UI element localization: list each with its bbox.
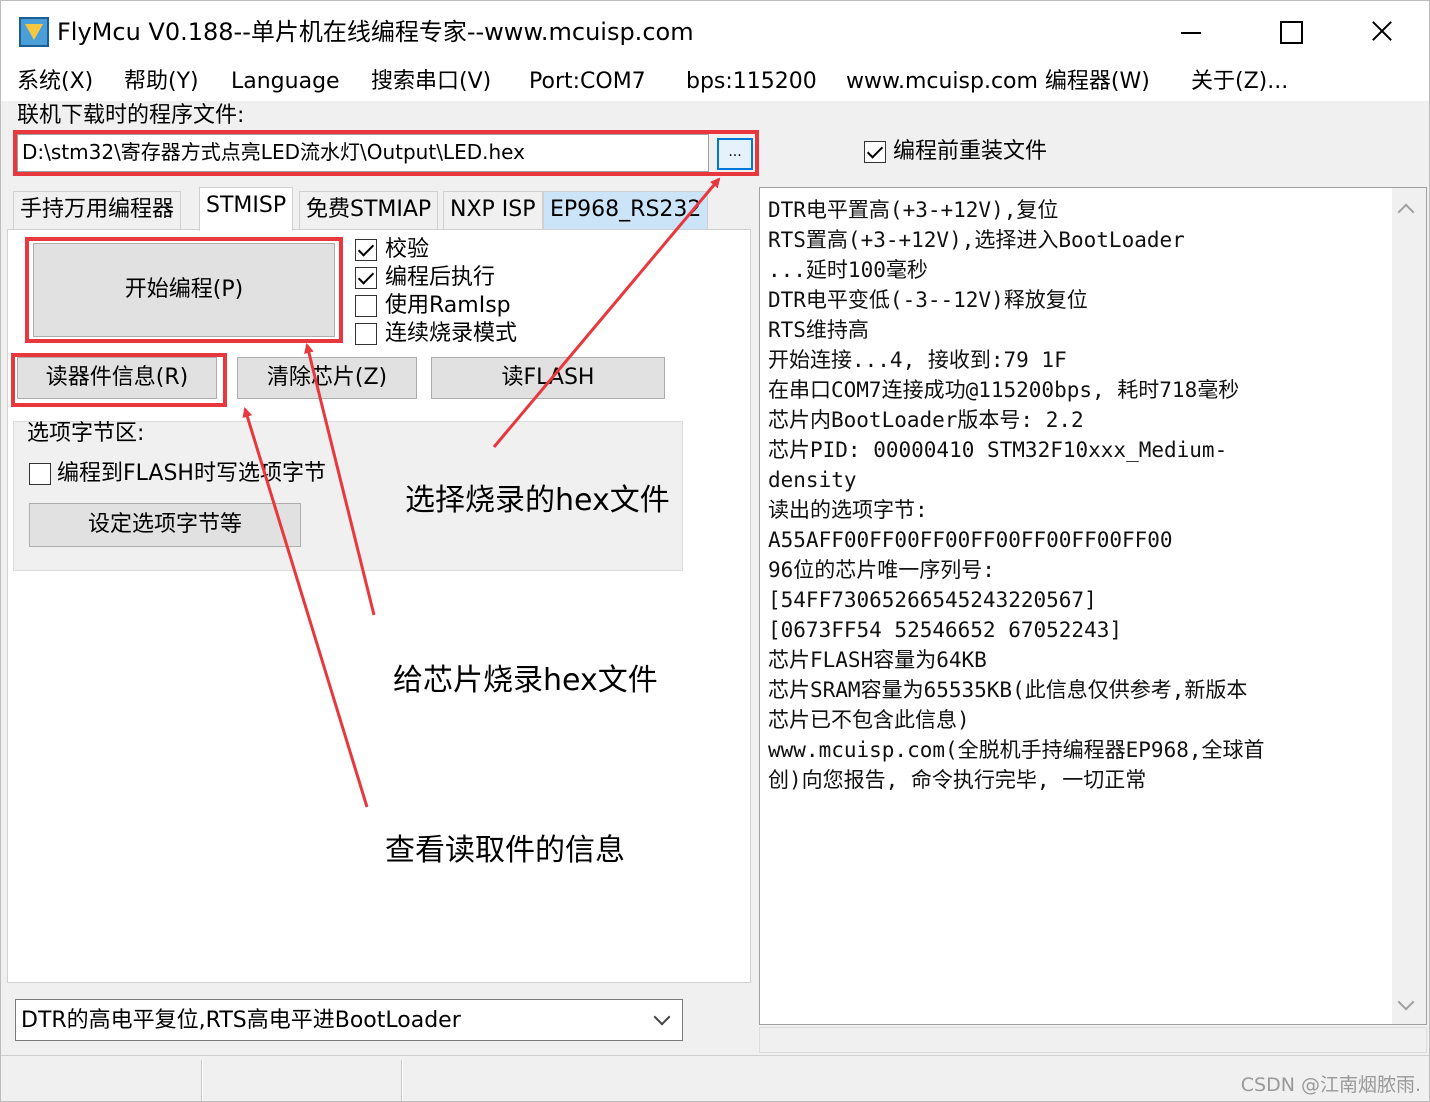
log-line: 芯片内BootLoader版本号: 2.2 — [768, 408, 1084, 432]
reload-file-checkbox[interactable] — [864, 141, 886, 163]
log-horizontal-bar — [759, 1027, 1427, 1053]
browse-file-button[interactable]: ... — [717, 138, 753, 170]
tab-stmisp[interactable]: STMISP — [199, 187, 294, 231]
verify-label: 校验 — [385, 237, 430, 262]
write-option-bytes-label: 编程到FLASH时写选项字节 — [57, 461, 326, 486]
reset-mode-value: DTR的高电平复位,RTS高电平进BootLoader — [21, 1008, 461, 1033]
menu-language[interactable]: Language — [231, 67, 340, 97]
maximize-button[interactable] — [1259, 11, 1319, 53]
log-line: 芯片PID: 00000410 STM32F10xxx_Medium- — [768, 438, 1228, 462]
log-line: DTR电平置高(+3-+12V),复位 — [768, 198, 1059, 222]
burn-hex-callout: 给芯片烧录hex文件 — [393, 663, 658, 698]
log-line: 读出的选项字节: — [768, 498, 928, 522]
read-device-info-button[interactable]: 读器件信息(R) — [17, 357, 217, 399]
log-output[interactable]: DTR电平置高(+3-+12V),复位 RTS置高(+3-+12V),选择进入B… — [759, 187, 1427, 1025]
use-ramisp-label: 使用RamIsp — [385, 293, 511, 318]
log-line: 创)向您报告, 命令执行完毕, 一切正常 — [768, 768, 1147, 792]
read-flash-button[interactable]: 读FLASH — [431, 357, 665, 399]
log-line: 芯片FLASH容量为64KB — [768, 648, 987, 672]
flymcu-window: FlyMcu V0.188--单片机在线编程专家--www.mcuisp.com… — [0, 0, 1430, 1102]
tab-free-stmiap[interactable]: 免费STMIAP — [299, 191, 439, 229]
log-scrollbar[interactable] — [1392, 188, 1426, 1024]
set-option-bytes-button[interactable]: 设定选项字节等 — [29, 503, 301, 547]
select-hex-callout: 选择烧录的hex文件 — [405, 483, 670, 518]
use-ramisp-checkbox[interactable] — [355, 295, 377, 317]
tab-handheld-programmer[interactable]: 手持万用编程器 — [13, 191, 182, 229]
menu-bar: 系统(X) 帮助(Y) Language 搜索串口(V) Port:COM7 b… — [1, 63, 1429, 101]
log-line: 芯片SRAM容量为65535KB(此信息仅供参考,新版本 — [768, 678, 1248, 702]
file-label: 联机下载时的程序文件: — [17, 103, 245, 128]
write-option-bytes-checkbox[interactable] — [29, 463, 51, 485]
tab-nxp-isp[interactable]: NXP ISP — [443, 191, 543, 229]
log-line: ...延时100毫秒 — [768, 258, 928, 282]
scroll-up-icon[interactable] — [1397, 203, 1415, 221]
app-logo-icon — [19, 17, 49, 47]
menu-search-port[interactable]: 搜索串口(V) — [371, 67, 491, 97]
status-separator — [401, 1060, 403, 1101]
reset-mode-select[interactable]: DTR的高电平复位,RTS高电平进BootLoader — [15, 999, 683, 1041]
tab-ep968-rs232[interactable]: EP968_RS232 — [543, 191, 709, 229]
csdn-watermark: CSDN @江南烟脓雨. — [1240, 1074, 1421, 1096]
log-line: DTR电平变低(-3--12V)释放复位 — [768, 288, 1088, 312]
log-line: [0673FF54 52546652 67052243] — [768, 618, 1123, 642]
menu-programmer[interactable]: www.mcuisp.com 编程器(W) — [846, 67, 1150, 97]
log-line: 96位的芯片唯一序列号: — [768, 558, 995, 582]
log-line: density — [768, 468, 857, 492]
menu-bps[interactable]: bps:115200 — [686, 67, 817, 97]
menu-help[interactable]: 帮助(Y) — [124, 67, 199, 97]
erase-chip-button[interactable]: 清除芯片(Z) — [237, 357, 417, 399]
menu-port[interactable]: Port:COM7 — [529, 67, 646, 97]
menu-system[interactable]: 系统(X) — [17, 67, 93, 97]
log-line: RTS置高(+3-+12V),选择进入BootLoader — [768, 228, 1185, 252]
window-title: FlyMcu V0.188--单片机在线编程专家--www.mcuisp.com — [57, 18, 694, 46]
option-bytes-title: 选项字节区: — [27, 421, 145, 446]
run-after-program-checkbox[interactable] — [355, 267, 377, 289]
start-programming-button[interactable]: 开始编程(P) — [33, 243, 335, 337]
scroll-down-icon[interactable] — [1397, 993, 1415, 1011]
verify-checkbox[interactable] — [355, 239, 377, 261]
log-line: RTS维持高 — [768, 318, 869, 342]
hex-file-path-input[interactable]: D:\stm32\寄存器方式点亮LED流水灯\Output\LED.hex — [17, 134, 709, 172]
close-button[interactable] — [1353, 11, 1413, 53]
run-after-program-label: 编程后执行 — [385, 265, 496, 290]
status-bar: CSDN @江南烟脓雨. — [1, 1055, 1429, 1101]
log-line: 在串口COM7连接成功@115200bps, 耗时718毫秒 — [768, 378, 1240, 402]
log-line: A55AFF00FF00FF00FF00FF00FF00FF00 — [768, 528, 1173, 552]
minimize-button[interactable] — [1161, 11, 1221, 53]
status-separator — [201, 1060, 203, 1101]
title-bar: FlyMcu V0.188--单片机在线编程专家--www.mcuisp.com — [1, 1, 1429, 63]
continuous-burn-label: 连续烧录模式 — [385, 321, 518, 346]
read-info-callout: 查看读取件的信息 — [385, 833, 625, 868]
continuous-burn-checkbox[interactable] — [355, 323, 377, 345]
reload-file-label: 编程前重装文件 — [893, 139, 1048, 164]
chevron-down-icon[interactable] — [644, 1000, 682, 1040]
menu-about[interactable]: 关于(Z)... — [1191, 67, 1288, 97]
log-line: 芯片已不包含此信息) — [768, 708, 970, 732]
log-line: [54FF73065266545243220567] — [768, 588, 1097, 612]
log-line: 开始连接...4, 接收到:79 1F — [768, 348, 1067, 372]
stmisp-panel — [7, 229, 751, 983]
log-line: www.mcuisp.com(全脱机手持编程器EP968,全球首 — [768, 738, 1265, 762]
